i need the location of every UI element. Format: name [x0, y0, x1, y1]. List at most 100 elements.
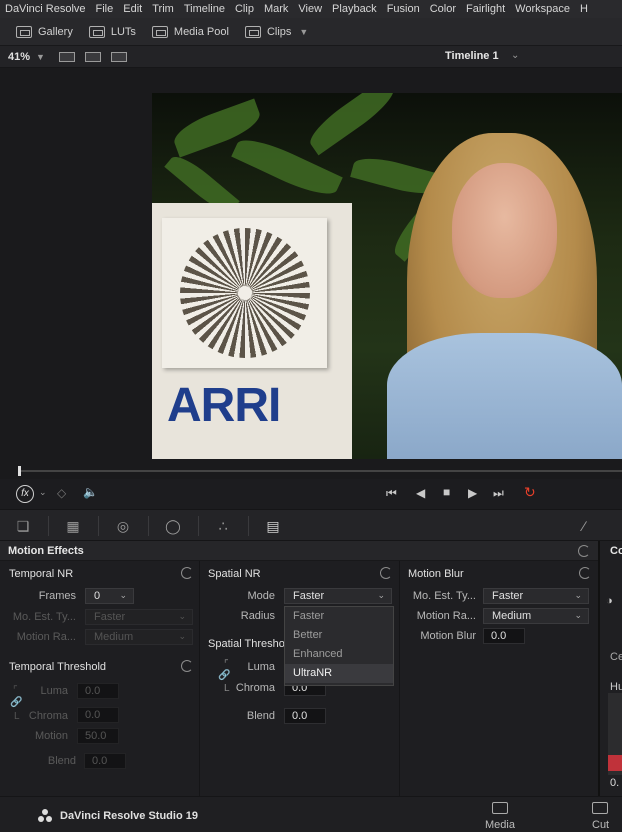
chevron-down-icon: ⌄	[377, 590, 385, 600]
menu-trim[interactable]: Trim	[147, 3, 179, 15]
rgb-mixer-icon[interactable]: ∴	[214, 518, 232, 534]
wipe-icon[interactable]	[110, 51, 127, 62]
media-page-button[interactable]: Media	[485, 819, 515, 831]
frames-dropdown[interactable]: 0 ⌄	[85, 588, 134, 604]
temporal-luma-field[interactable]: 0.0	[77, 683, 119, 699]
menu-mark[interactable]: Mark	[259, 3, 293, 15]
menu-playback[interactable]: Playback	[327, 3, 382, 15]
reset-icon[interactable]	[181, 567, 193, 579]
chevron-down-icon: ⌄	[574, 610, 582, 620]
temporal-motion-range-dropdown[interactable]: Medium ⌄	[85, 629, 193, 645]
menu-view[interactable]: View	[293, 3, 327, 15]
single-viewer-icon[interactable]	[58, 51, 75, 62]
spatial-blend-label: Blend	[246, 710, 275, 722]
menu-fusion[interactable]: Fusion	[382, 3, 425, 15]
mode-option-better[interactable]: Better	[285, 626, 393, 645]
camera-raw-icon[interactable]: ❏	[14, 518, 32, 534]
menu-color[interactable]: Color	[425, 3, 461, 15]
blur-mo-est-dropdown[interactable]: Faster ⌄	[483, 588, 589, 604]
cut-page-button[interactable]: Cut	[592, 819, 609, 831]
playhead[interactable]	[18, 466, 21, 476]
menu-timeline[interactable]: Timeline	[179, 3, 230, 15]
spatial-mode-dropdown[interactable]: Faster ⌄	[284, 588, 392, 604]
scrubber[interactable]	[0, 463, 622, 479]
mode-option-enhanced[interactable]: Enhanced	[285, 645, 393, 664]
siemens-star-card	[162, 218, 327, 368]
timeline-name[interactable]: Timeline 1	[445, 50, 499, 62]
reset-icon[interactable]	[579, 567, 591, 579]
blend-label: Blend	[47, 755, 76, 767]
temporal-nr-panel: Temporal NR Frames 0 ⌄ Mo. Est. Ty... Fa…	[0, 561, 200, 796]
temporal-threshold-title: Temporal Threshold	[9, 661, 107, 673]
loop-icon[interactable]: ↻	[524, 484, 536, 501]
motion-effects-header: Motion Effects	[0, 541, 598, 561]
luts-button[interactable]: LUTs	[81, 18, 144, 45]
media-page-icon[interactable]	[492, 802, 508, 814]
stop-icon[interactable]: ■	[443, 485, 450, 499]
fx-icon[interactable]: fx	[16, 485, 34, 503]
menu-clip[interactable]: Clip	[230, 3, 259, 15]
chevron-down-icon: ⌄	[178, 631, 186, 641]
play-icon[interactable]: ▶	[468, 486, 477, 500]
media-pool-button[interactable]: Media Pool	[144, 18, 237, 45]
curves-icon[interactable]: ∕	[575, 518, 593, 534]
motion-blur-panel: Motion Blur Mo. Est. Ty... Faster ⌄ Moti…	[400, 561, 598, 796]
motion-label: Motion	[34, 730, 68, 742]
motion-blur-field[interactable]: 0.0	[483, 628, 525, 644]
jump-start-icon[interactable]: ⏮	[386, 486, 397, 501]
chevron-down-icon[interactable]: ⌄	[511, 50, 519, 61]
color-match-icon[interactable]: ▦	[64, 518, 82, 534]
chevron-down-icon[interactable]: ⌄	[39, 487, 47, 498]
mo-est-label: Mo. Est. Ty...	[12, 611, 76, 623]
chevron-down-icon: ▼	[36, 51, 45, 62]
gallery-button[interactable]: Gallery	[0, 18, 81, 45]
menu-davinci-resolve[interactable]: DaVinci Resolve	[0, 3, 91, 15]
menu-file[interactable]: File	[91, 3, 119, 15]
brand-name: DaVinci Resolve Studio 19	[60, 810, 198, 822]
menu-edit[interactable]: Edit	[118, 3, 147, 15]
temporal-mo-est-dropdown[interactable]: Faster ⌄	[85, 609, 193, 625]
link-icon[interactable]: 🔗	[10, 697, 22, 708]
clips-button[interactable]: Clips ▼	[237, 18, 316, 45]
luts-icon	[88, 25, 105, 38]
menu-fairlight[interactable]: Fairlight	[461, 3, 510, 15]
top-toolbar: Gallery LUTs Media Pool Clips ▼	[0, 18, 622, 46]
split-viewer-icon[interactable]	[84, 51, 101, 62]
link-icon[interactable]: 🔗	[218, 670, 230, 681]
reset-icon[interactable]	[380, 567, 392, 579]
viewer-toolbar: 41% ▼ Timeline 1 ⌄	[0, 46, 622, 68]
menu-bar: DaVinci Resolve File Edit Trim Timeline Clip M…	[0, 0, 622, 18]
zoom-dropdown[interactable]: 41% ▼	[0, 51, 53, 63]
jump-end-icon[interactable]: ⏭	[493, 486, 504, 501]
test-chart-board: ARRI	[152, 203, 352, 459]
reset-icon[interactable]	[181, 660, 193, 672]
step-back-icon[interactable]: ◀	[416, 486, 425, 500]
side-panel-title: Co	[610, 545, 622, 557]
contrast-icon[interactable]: ◑	[606, 595, 613, 607]
blur-motion-range-dropdown[interactable]: Medium ⌄	[483, 608, 589, 624]
presenter	[387, 133, 622, 459]
palette-bar: ❏ ▦ ◎ ◯ ∴ ▤ ∕	[0, 509, 622, 541]
speaker-icon[interactable]: 🔈	[83, 485, 98, 499]
spatial-luma-label: Luma	[247, 661, 275, 673]
temporal-chroma-field[interactable]: 0.0	[77, 707, 119, 723]
mode-option-ultranr[interactable]: UltraNR	[285, 664, 393, 683]
temporal-blend-field[interactable]: 0.0	[84, 753, 126, 769]
spatial-blend-field[interactable]: 0.0	[284, 708, 326, 724]
scrubber-track[interactable]	[18, 470, 622, 472]
layers-icon[interactable]: ◇	[57, 486, 66, 500]
menu-h[interactable]: H	[575, 3, 593, 15]
gallery-label: Gallery	[38, 25, 73, 38]
reset-icon[interactable]	[578, 545, 590, 557]
motion-blur-label: Motion Blur	[420, 630, 476, 642]
cut-page-icon[interactable]	[592, 802, 608, 814]
panel-title: Motion Effects	[8, 545, 84, 557]
motion-effects-icon[interactable]: ▤	[264, 518, 282, 534]
color-wheels-icon[interactable]: ◎	[114, 518, 132, 534]
viewer[interactable]: ARRI	[0, 68, 622, 463]
mode-option-faster[interactable]: Faster	[285, 607, 393, 626]
menu-workspace[interactable]: Workspace	[510, 3, 575, 15]
mode-label: Mode	[247, 590, 275, 602]
temporal-motion-field[interactable]: 50.0	[77, 728, 119, 744]
hdr-wheels-icon[interactable]: ◯	[164, 518, 182, 534]
